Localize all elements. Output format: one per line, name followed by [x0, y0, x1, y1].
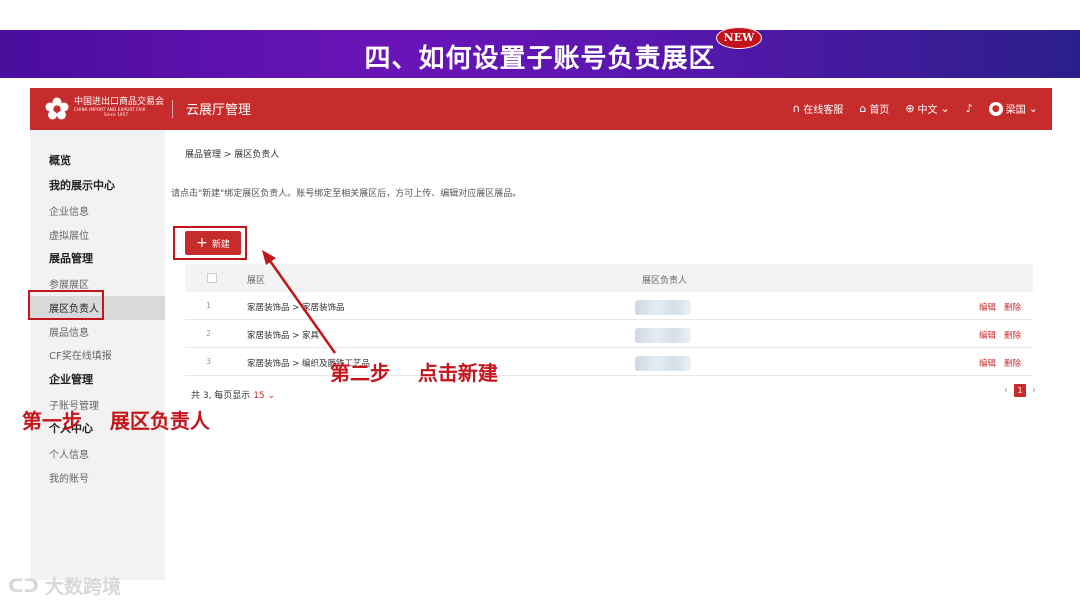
row-actions: 编辑 删除 [979, 357, 1021, 369]
avatar-icon: ● [988, 101, 1003, 116]
user-name: 梁国 [1005, 105, 1026, 116]
row-zone: 家居装饰品 > 家具 [247, 331, 320, 341]
sidebar-item-virtual-booth[interactable]: 虚拟展位 [49, 227, 89, 242]
header-owner: 展区负责人 [642, 276, 688, 286]
sidebar-section-product-mgmt[interactable]: 展品管理 [49, 250, 93, 266]
page-size-value: 15 [253, 391, 265, 401]
step2-annotation: 第二步 点击新建 [330, 361, 498, 385]
delete-link[interactable]: 删除 [1004, 329, 1021, 341]
globe-icon: ⊕ [905, 102, 915, 115]
watermark-text: 大数跨境 [45, 576, 122, 598]
breadcrumb: 展品管理 > 展区负责人 [185, 150, 280, 160]
pagination: ‹ 1 › [1004, 384, 1036, 397]
next-page-icon[interactable]: › [1032, 385, 1036, 396]
instruction-text: 请点击"新建"绑定展区负责人。账号绑定至相关展区后，方可上传、编辑对应展区展品。 [171, 189, 522, 199]
highlight-box-zone-owner [28, 290, 104, 320]
page-size-select[interactable]: 15 ⌄ [253, 391, 275, 401]
bell-icon: ♪ [965, 102, 973, 115]
chevron-down-icon: ⌄ [267, 391, 276, 401]
logo-name-cn: 中国进出口商品交易会 [74, 97, 165, 107]
row-actions: 编辑 删除 [979, 301, 1021, 313]
headset-icon: ∩ [792, 102, 801, 115]
sidebar-item-company-info[interactable]: 企业信息 [49, 203, 89, 218]
table-row: 2 家居装饰品 > 家具 编辑 删除 [185, 320, 1033, 348]
sidebar: 概览 我的展示中心 企业信息 虚拟展位 展品管理 参展展区 展区负责人 展品信息… [30, 130, 165, 580]
prev-page-icon[interactable]: ‹ [1004, 385, 1008, 396]
sidebar-item-personal-info[interactable]: 个人信息 [49, 446, 89, 461]
row-index: 3 [206, 357, 212, 366]
logo-since: Since 1957 [104, 112, 129, 117]
delete-link[interactable]: 删除 [1004, 357, 1021, 369]
edit-link[interactable]: 编辑 [979, 357, 996, 369]
slide-title: 四、如何设置子账号负责展区 [364, 44, 716, 74]
main-content: 展品管理 > 展区负责人 请点击"新建"绑定展区负责人。账号绑定至相关展区后，方… [165, 130, 1052, 580]
customer-service-link[interactable]: ∩ 在线客服 [792, 101, 843, 116]
table-row: 1 家居装饰品 > 家居装饰品 编辑 删除 [185, 292, 1033, 320]
row-actions: 编辑 删除 [979, 329, 1021, 341]
app-window: 中国进出口商品交易会 CHINA IMPORT AND EXPORT FAIR … [30, 88, 1052, 580]
table-header: 展区 展区负责人 [185, 264, 1033, 292]
row-index: 2 [206, 329, 212, 338]
select-all-checkbox[interactable] [207, 273, 217, 283]
table-row: 3 家居装饰品 > 编织及藤铁工艺品 编辑 删除 [185, 348, 1033, 376]
sidebar-item-my-account[interactable]: 我的账号 [49, 470, 89, 485]
canton-fair-logo-icon [45, 97, 69, 120]
slide-banner: 四、如何设置子账号负责展区 [0, 30, 1080, 78]
home-link[interactable]: ⌂ 首页 [859, 101, 889, 116]
user-menu[interactable]: ● 梁国 ⌄ [988, 101, 1038, 116]
delete-link[interactable]: 删除 [1004, 301, 1021, 313]
sidebar-section-company-mgmt[interactable]: 企业管理 [49, 371, 93, 387]
notifications-button[interactable]: ♪ [966, 102, 973, 115]
sidebar-section-my-center[interactable]: 我的展示中心 [49, 177, 115, 193]
sidebar-item-product-info[interactable]: 展品信息 [49, 324, 89, 339]
owner-redacted [635, 356, 691, 371]
language-select[interactable]: ⊕ 中文 ⌄ [905, 101, 949, 116]
step1-annotation: 第一步 展区负责人 [22, 409, 210, 433]
table-footer: 共 3, 每页显示 15 ⌄ [191, 388, 275, 401]
highlight-box-new-button [173, 226, 247, 260]
home-label: 首页 [869, 105, 890, 116]
sidebar-item-exhibit-zone[interactable]: 参展展区 [49, 276, 89, 291]
home-icon: ⌂ [859, 102, 867, 115]
row-index: 1 [206, 301, 212, 310]
edit-link[interactable]: 编辑 [979, 329, 996, 341]
page-number-current[interactable]: 1 [1014, 384, 1026, 397]
top-nav: ∩ 在线客服 ⌂ 首页 ⊕ 中文 ⌄ ♪ ● 梁国 ⌄ [792, 101, 1038, 116]
row-zone: 家居装饰品 > 家居装饰品 [247, 303, 345, 313]
language-label: 中文 [917, 105, 938, 116]
owner-redacted [635, 328, 691, 343]
total-count: 共 3, 每页显示 [191, 391, 251, 401]
divider [172, 100, 173, 118]
watermark: ᑕᑐ 大数跨境 [8, 572, 121, 599]
sidebar-item-overview[interactable]: 概览 [49, 152, 71, 168]
owner-redacted [635, 300, 691, 315]
watermark-logo-icon: ᑕᑐ [8, 574, 39, 597]
app-title: 云展厅管理 [186, 103, 252, 118]
zone-owner-table: 展区 展区负责人 1 家居装饰品 > 家居装饰品 编辑 删除 2 家居装饰品 >… [185, 264, 1033, 376]
logo-text: 中国进出口商品交易会 CHINA IMPORT AND EXPORT FAIR … [74, 97, 164, 117]
chevron-down-icon: ⌄ [1028, 102, 1038, 115]
top-bar: 中国进出口商品交易会 CHINA IMPORT AND EXPORT FAIR … [30, 88, 1052, 130]
edit-link[interactable]: 编辑 [979, 301, 996, 313]
sidebar-item-cf-award[interactable]: CF奖在线填报 [49, 347, 112, 362]
chevron-down-icon: ⌄ [940, 102, 950, 115]
new-badge: NEW [716, 27, 762, 49]
header-zone: 展区 [247, 276, 266, 286]
customer-service-label: 在线客服 [803, 105, 844, 116]
